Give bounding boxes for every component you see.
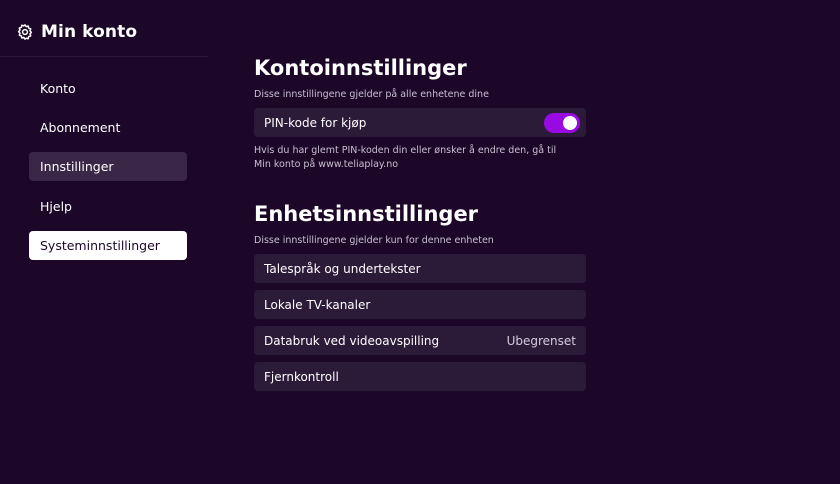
settings-row-label: Lokale TV-kanaler [264,297,371,312]
sidebar-item-konto[interactable]: Konto [29,74,187,103]
pin-code-row[interactable]: PIN-kode for kjøp [254,108,586,137]
settings-row-databruk[interactable]: Databruk ved videoavspilling Ubegrenset [254,326,586,355]
settings-row-label: Talespråk og undertekster [264,261,421,276]
sidebar-divider [0,56,208,57]
sidebar-item-systeminnstillinger[interactable]: Systeminnstillinger [29,231,187,260]
account-settings-subtitle: Disse innstillingene gjelder på alle enh… [254,89,489,100]
sidebar-header: Min konto [16,20,137,44]
sidebar-item-hjelp[interactable]: Hjelp [29,192,187,221]
pin-code-label: PIN-kode for kjøp [264,115,367,130]
sidebar-item-innstillinger[interactable]: Innstillinger [29,152,187,181]
settings-row-label: Databruk ved videoavspilling [264,333,440,348]
settings-row-fjernkontroll[interactable]: Fjernkontroll [254,362,586,391]
device-settings-title: Enhetsinnstillinger [254,202,479,226]
settings-row-talesprak[interactable]: Talespråk og undertekster [254,254,586,283]
settings-row-label: Fjernkontroll [264,369,339,384]
toggle-knob [563,115,577,130]
sidebar-item-abonnement[interactable]: Abonnement [29,113,187,142]
pin-note-line-2: Min konto på www.teliaplay.no [254,159,399,170]
gear-icon [16,23,34,41]
pin-note: Hvis du har glemt PIN-koden din eller øn… [254,144,594,172]
pin-code-toggle[interactable] [544,112,580,133]
pin-note-line-1: Hvis du har glemt PIN-koden din eller øn… [254,145,557,156]
device-settings-subtitle: Disse innstillingene gjelder kun for den… [254,235,494,246]
settings-row-lokale-tv-kanaler[interactable]: Lokale TV-kanaler [254,290,586,319]
settings-row-value: Ubegrenset [506,333,576,348]
account-settings-title: Kontoinnstillinger [254,56,467,80]
sidebar-title: Min konto [41,22,138,42]
